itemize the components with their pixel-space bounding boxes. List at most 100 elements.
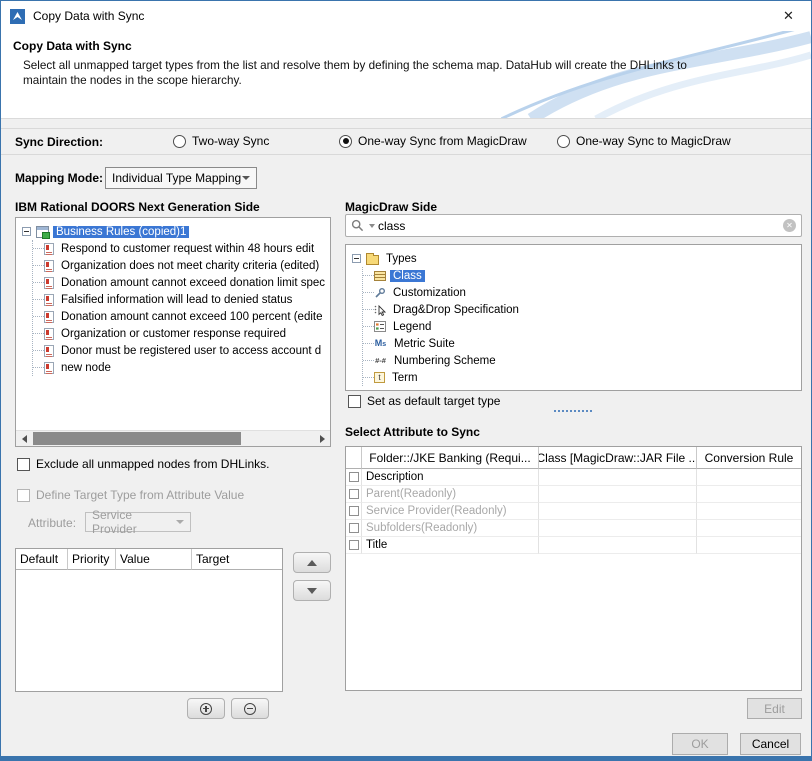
collapse-icon[interactable] <box>352 254 361 263</box>
define-target-type-checkbox[interactable] <box>17 489 30 502</box>
attribute-select[interactable]: Service Provider <box>85 512 191 532</box>
attr-row-parent[interactable]: Parent(Readonly) <box>346 486 801 503</box>
radio-one-way-from-magicdraw[interactable]: One-way Sync from MagicDraw <box>339 134 527 148</box>
cancel-button[interactable]: Cancel <box>740 733 801 755</box>
tree-item[interactable]: Organization or customer response requir… <box>33 325 330 342</box>
close-button[interactable]: ✕ <box>766 1 811 30</box>
drag-drop-cursor-icon <box>374 304 386 316</box>
tree-item-numbering-scheme[interactable]: #-# Numbering Scheme <box>363 352 801 369</box>
attr-row-subfolders[interactable]: Subfolders(Readonly) <box>346 520 801 537</box>
move-down-button[interactable] <box>293 580 331 601</box>
chevron-down-icon <box>176 520 184 524</box>
radio-label: One-way Sync to MagicDraw <box>576 134 731 148</box>
radio-icon[interactable] <box>557 135 570 148</box>
col-header-value[interactable]: Value <box>116 549 192 570</box>
dotted-splitter-handle[interactable] <box>554 410 592 412</box>
window-title: Copy Data with Sync <box>33 9 144 23</box>
ok-button[interactable]: OK <box>672 733 728 755</box>
customization-icon <box>374 287 386 299</box>
scrollbar-thumb[interactable] <box>33 432 241 445</box>
search-input[interactable] <box>378 219 783 233</box>
title-bar: Copy Data with Sync ✕ <box>1 1 811 31</box>
requirement-icon <box>44 311 54 323</box>
tree-root-types[interactable]: Types <box>352 250 801 267</box>
radio-icon-selected[interactable] <box>339 135 352 148</box>
magicdraw-side-heading: MagicDraw Side <box>345 200 437 214</box>
define-target-type-checkbox-row[interactable]: Define Target Type from Attribute Value <box>17 488 244 502</box>
search-scope-chevron-icon[interactable] <box>369 224 375 228</box>
attr-row-checkbox[interactable] <box>349 472 359 482</box>
tree-item-metric-suite[interactable]: Ms Metric Suite <box>363 335 801 352</box>
requirement-icon <box>44 294 54 306</box>
tree-item-class[interactable]: Class <box>363 267 801 284</box>
tree-item[interactable]: Donation amount cannot exceed donation l… <box>33 274 330 291</box>
doors-module-icon <box>36 226 49 238</box>
edit-button[interactable]: Edit <box>747 698 802 719</box>
types-tree-children: Class Customization Drag&D <box>362 267 801 386</box>
mapping-mode-select[interactable]: Individual Type Mapping <box>105 167 257 189</box>
tree-item[interactable]: Organization does not meet charity crite… <box>33 257 330 274</box>
remove-row-button[interactable] <box>231 698 269 719</box>
exclude-unmapped-checkbox-row[interactable]: Exclude all unmapped nodes from DHLinks. <box>17 457 269 471</box>
col-header-priority[interactable]: Priority <box>68 549 116 570</box>
default-target-type-checkbox-row[interactable]: Set as default target type <box>348 394 500 408</box>
attr-row-checkbox[interactable] <box>349 540 359 550</box>
folder-icon <box>366 255 379 265</box>
attr-row-service-provider[interactable]: Service Provider(Readonly) <box>346 503 801 520</box>
attribute-sync-table: Folder::/JKE Banking (Requi... Class [Ma… <box>345 446 802 691</box>
down-arrow-icon <box>307 588 317 594</box>
attr-row-checkbox[interactable] <box>349 506 359 516</box>
tree-item-dragdrop-specification[interactable]: Drag&Drop Specification <box>363 301 801 318</box>
radio-icon[interactable] <box>173 135 186 148</box>
sync-direction-label: Sync Direction: <box>15 135 103 149</box>
radio-label: Two-way Sync <box>192 134 269 148</box>
default-target-type-checkbox[interactable] <box>348 395 361 408</box>
col-header-class[interactable]: Class [MagicDraw::JAR File ... <box>539 447 697 469</box>
tree-item-customization[interactable]: Customization <box>363 284 801 301</box>
col-header-folder[interactable]: Folder::/JKE Banking (Requi... <box>362 447 539 469</box>
requirement-icon <box>44 260 54 272</box>
attr-table-header-checkbox-col[interactable] <box>346 447 362 469</box>
tree-item-legend[interactable]: Legend <box>363 318 801 335</box>
tree-item[interactable]: Falsified information will lead to denie… <box>33 291 330 308</box>
mapping-mode-label: Mapping Mode: <box>15 171 103 185</box>
col-header-target[interactable]: Target <box>192 549 282 570</box>
tree-root-label[interactable]: Types <box>383 253 420 265</box>
radio-two-way-sync[interactable]: Two-way Sync <box>173 134 269 148</box>
tree-item[interactable]: Respond to customer request within 48 ho… <box>33 240 330 257</box>
collapse-icon[interactable] <box>22 227 31 236</box>
tree-root-label[interactable]: Business Rules (copied)1 <box>53 226 189 238</box>
radio-label: One-way Sync from MagicDraw <box>358 134 527 148</box>
chevron-down-icon <box>242 176 250 180</box>
attr-row-description[interactable]: Description <box>346 469 801 486</box>
horizontal-scrollbar[interactable] <box>16 430 330 446</box>
requirement-icon <box>44 345 54 357</box>
clear-search-icon[interactable]: ✕ <box>783 219 796 232</box>
radio-one-way-to-magicdraw[interactable]: One-way Sync to MagicDraw <box>557 134 731 148</box>
scroll-left-button[interactable] <box>16 431 32 446</box>
sync-direction-row: Sync Direction: Two-way Sync One-way Syn… <box>1 128 811 155</box>
exclude-unmapped-checkbox[interactable] <box>17 458 30 471</box>
move-up-button[interactable] <box>293 552 331 573</box>
tree-item[interactable]: Donor must be registered user to access … <box>33 342 330 359</box>
attr-row-title[interactable]: Title <box>346 537 801 554</box>
scroll-right-button[interactable] <box>314 431 330 446</box>
attribute-label: Attribute: <box>28 516 76 530</box>
attr-row-checkbox[interactable] <box>349 489 359 499</box>
requirement-icon <box>44 277 54 289</box>
add-row-button[interactable] <box>187 698 225 719</box>
numbering-scheme-icon: #-# <box>374 355 387 366</box>
tree-root-business-rules[interactable]: Business Rules (copied)1 <box>22 223 330 240</box>
search-icon <box>351 219 364 232</box>
tree-item[interactable]: new node <box>33 359 330 376</box>
col-header-default[interactable]: Default <box>16 549 68 570</box>
exclude-unmapped-label: Exclude all unmapped nodes from DHLinks. <box>36 457 269 471</box>
tree-item[interactable]: Donation amount cannot exceed 100 percen… <box>33 308 330 325</box>
tree-item-term[interactable]: t Term <box>363 369 801 386</box>
attr-row-checkbox[interactable] <box>349 523 359 533</box>
define-target-type-label: Define Target Type from Attribute Value <box>36 488 244 502</box>
page-title: Copy Data with Sync <box>13 39 132 53</box>
col-header-conversion-rule[interactable]: Conversion Rule <box>697 447 801 469</box>
legend-icon <box>374 321 386 332</box>
attribute-value: Service Provider <box>92 508 176 536</box>
